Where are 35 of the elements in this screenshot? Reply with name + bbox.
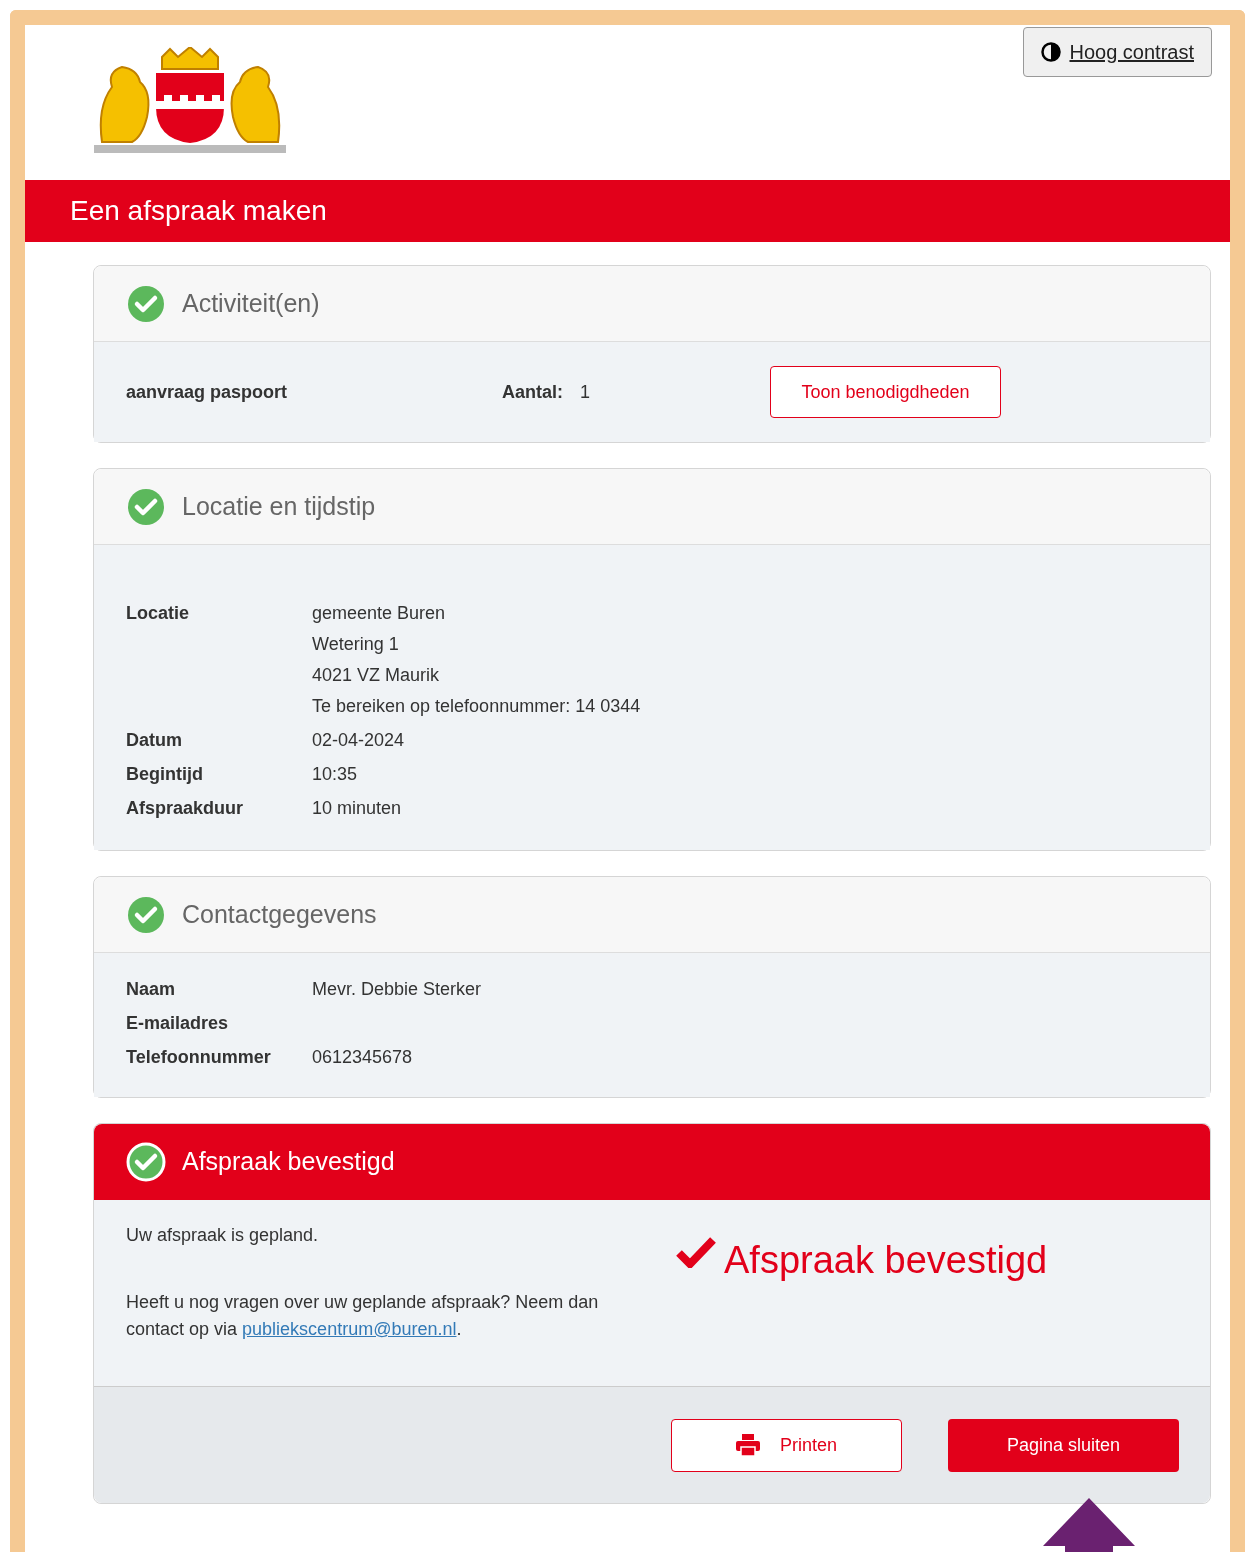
field-label: Datum [126,729,183,752]
field-label: E-mailadres [126,1012,230,1035]
show-requirements-button[interactable]: Toon benodigdheden [770,366,1001,418]
field-value: 4021 VZ Maurik [312,664,441,687]
card-title: Afspraak bevestigd [182,1146,395,1178]
field-value: 0612345678 [312,1046,413,1069]
page-title: Een afspraak maken [70,194,327,228]
field-label: Naam [126,978,177,1001]
card-title: Activiteit(en) [182,287,320,319]
printer-icon [735,1434,760,1456]
field-value: 10:35 [312,763,358,786]
field-value: Te bereiken op telefoonnummer: 14 0344 [312,695,641,718]
contact-paragraph: Heeft u nog vragen over uw geplande afspraak? Neem dan contact op via publiekscentrum@buren.nl. [126,1291,600,1341]
count-value: 1 [580,380,592,404]
field-value: 02-04-2024 [312,729,405,752]
high-contrast-button[interactable]: Hoog contrast [1023,27,1212,77]
count-label: Aantal: [502,380,563,404]
field-value: gemeente Buren [312,602,447,625]
confirmed-heading: Afspraak bevestigd [724,1238,1048,1283]
print-button[interactable]: Printen [671,1418,902,1472]
close-page-button[interactable]: Pagina sluiten [948,1418,1179,1472]
contrast-icon [1041,42,1062,62]
field-label: Begintijd [126,763,204,786]
field-value: Mevr. Debbie Sterker [312,978,482,1001]
field-label: Telefoonnummer [126,1046,272,1069]
field-label: Afspraakduur [126,797,245,820]
activity-name: aanvraag paspoort [126,380,289,404]
card-title: Locatie en tijdstip [182,490,376,522]
email-link[interactable]: publiekscentrum@buren.nl [242,1319,457,1339]
checkmark-icon [676,1236,716,1268]
confirmation-message: Uw afspraak is gepland. [126,1224,320,1247]
field-value: Wetering 1 [312,633,400,656]
card-title: Contactgegevens [182,898,377,930]
field-value: 10 minuten [312,797,402,820]
field-label: Locatie [126,602,191,625]
